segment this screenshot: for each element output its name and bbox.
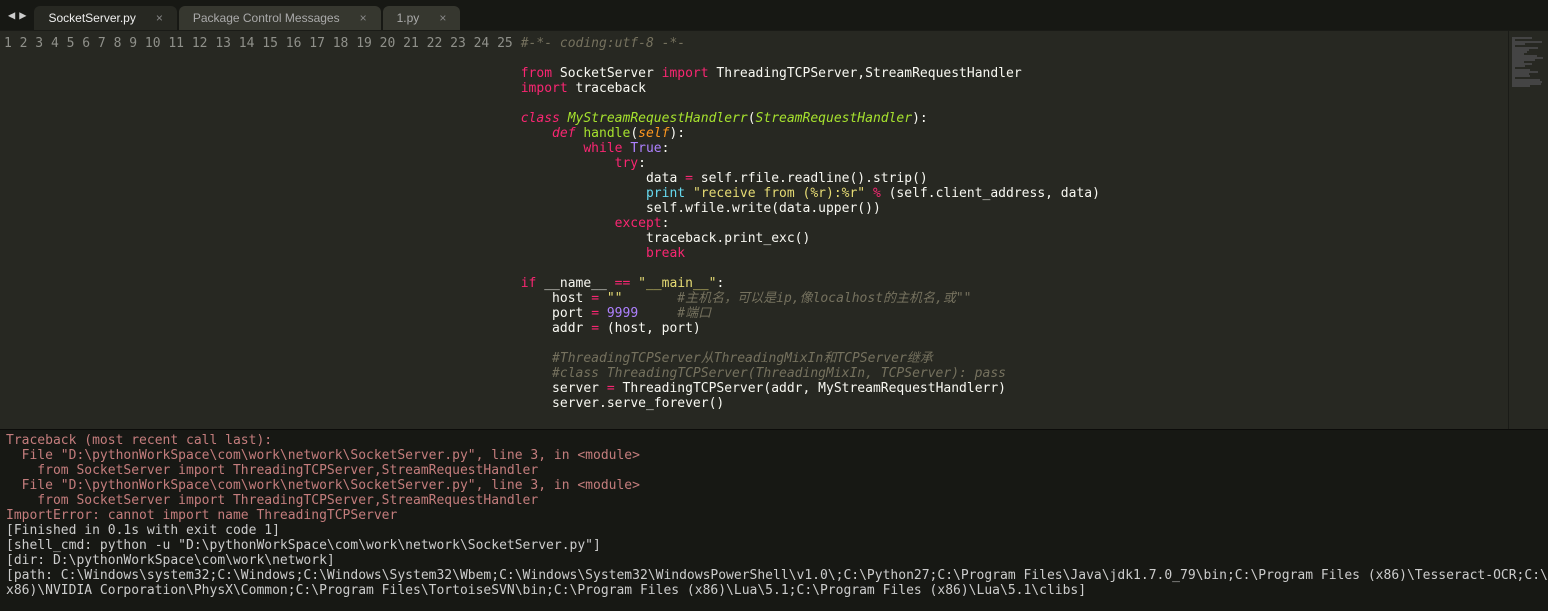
tab-bar: SocketServer.py × Package Control Messag…: [34, 0, 462, 30]
console-line: x86)\NVIDIA Corporation\PhysX\Common;C:\…: [6, 583, 1086, 598]
line-gutter: 1 2 3 4 5 6 7 8 9 10 11 12 13 14 15 16 1…: [0, 31, 521, 429]
console-line: from SocketServer import ThreadingTCPSer…: [6, 493, 538, 508]
tab-1py[interactable]: 1.py ×: [383, 6, 461, 30]
console-line: [Finished in 0.1s with exit code 1]: [6, 523, 280, 538]
tab-socketserver[interactable]: SocketServer.py ×: [34, 6, 176, 30]
console-line: [path: C:\Windows\system32;C:\Windows;C:…: [6, 568, 1548, 583]
console-line: File "D:\pythonWorkSpace\com\work\networ…: [6, 478, 640, 493]
console-line: ImportError: cannot import name Threadin…: [6, 508, 397, 523]
tab-package-control[interactable]: Package Control Messages ×: [179, 6, 381, 30]
code-area[interactable]: #-*- coding:utf-8 -*- from SocketServer …: [521, 31, 1508, 429]
console-line: Traceback (most recent call last):: [6, 433, 272, 448]
close-icon[interactable]: ×: [156, 11, 163, 25]
nav-back-icon[interactable]: ◀: [8, 8, 15, 22]
console-line: File "D:\pythonWorkSpace\com\work\networ…: [6, 448, 640, 463]
titlebar: ◀ ▶ SocketServer.py × Package Control Me…: [0, 0, 1548, 30]
console-line: from SocketServer import ThreadingTCPSer…: [6, 463, 538, 478]
nav-arrows: ◀ ▶: [0, 0, 34, 30]
tab-label: 1.py: [397, 11, 420, 25]
build-output-panel[interactable]: Traceback (most recent call last): File …: [0, 429, 1548, 611]
code-line: #-*- coding:utf-8 -*-: [521, 36, 685, 51]
close-icon[interactable]: ×: [360, 11, 367, 25]
nav-forward-icon[interactable]: ▶: [19, 8, 26, 22]
tab-label: Package Control Messages: [193, 11, 340, 25]
tab-label: SocketServer.py: [48, 11, 135, 25]
minimap[interactable]: [1508, 31, 1548, 429]
console-line: [dir: D:\pythonWorkSpace\com\work\networ…: [6, 553, 335, 568]
close-icon[interactable]: ×: [439, 11, 446, 25]
console-line: [shell_cmd: python -u "D:\pythonWorkSpac…: [6, 538, 601, 553]
editor-pane[interactable]: 1 2 3 4 5 6 7 8 9 10 11 12 13 14 15 16 1…: [0, 30, 1548, 429]
